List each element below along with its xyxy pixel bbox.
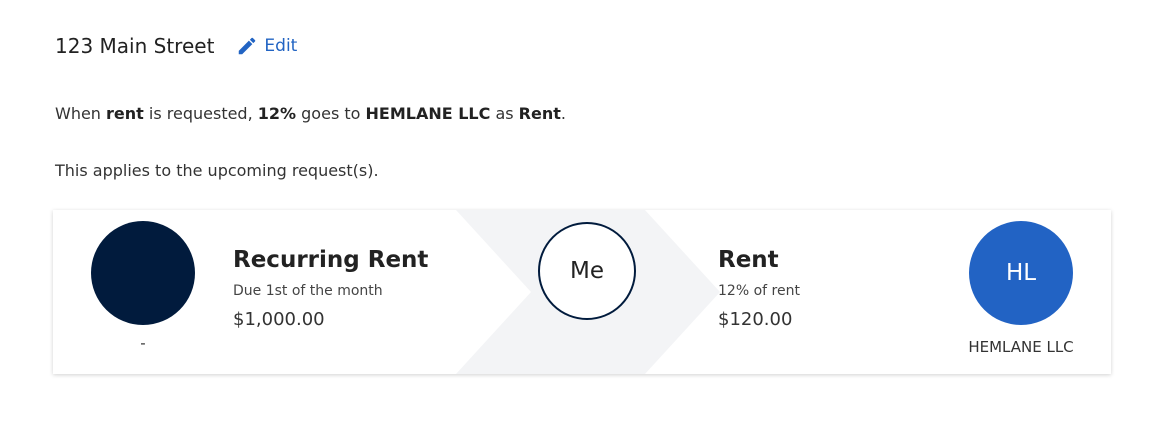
source-info: Recurring Rent Due 1st of the month $1,0… <box>233 246 428 331</box>
rule-percent: 12% <box>257 104 297 123</box>
page: 123 Main Street Edit When rent is reques… <box>0 0 1164 428</box>
rule-category: Rent <box>518 104 561 123</box>
edit-label: Edit <box>264 36 298 56</box>
sentence-text: . <box>560 104 566 123</box>
payee-name: HEMLANE LLC <box>365 104 491 123</box>
address-header: 123 Main Street Edit <box>55 34 297 58</box>
source-title: Recurring Rent <box>233 247 429 273</box>
sentence-text: goes to <box>296 104 366 123</box>
destination-info: Rent 12% of rent $120.00 <box>718 246 800 331</box>
source-amount: $1,000.00 <box>233 309 325 330</box>
bill-type: rent <box>106 104 144 123</box>
sentence-text: as <box>490 104 519 123</box>
me-avatar: Me <box>538 222 636 320</box>
sentence-text: is requested, <box>143 104 258 123</box>
destination-subtitle: 12% of rent <box>718 283 800 299</box>
edit-button[interactable]: Edit <box>236 35 297 57</box>
source-subtitle: Due 1st of the month <box>233 283 383 299</box>
rule-sentence: When rent is requested, 12% goes to HEML… <box>55 104 566 123</box>
destination-title: Rent <box>718 247 779 273</box>
applies-note: This applies to the upcoming request(s). <box>55 161 379 180</box>
payment-flow-card: - Recurring Rent Due 1st of the month $1… <box>53 210 1111 374</box>
pencil-icon <box>236 35 258 57</box>
payee-avatar: HL <box>969 221 1073 325</box>
source-avatar <box>91 221 195 325</box>
sentence-text: When <box>55 104 107 123</box>
property-address: 123 Main Street <box>55 34 215 58</box>
source-caption: - <box>140 334 146 352</box>
destination-amount: $120.00 <box>718 309 793 330</box>
payee-caption: HEMLANE LLC <box>968 338 1074 356</box>
